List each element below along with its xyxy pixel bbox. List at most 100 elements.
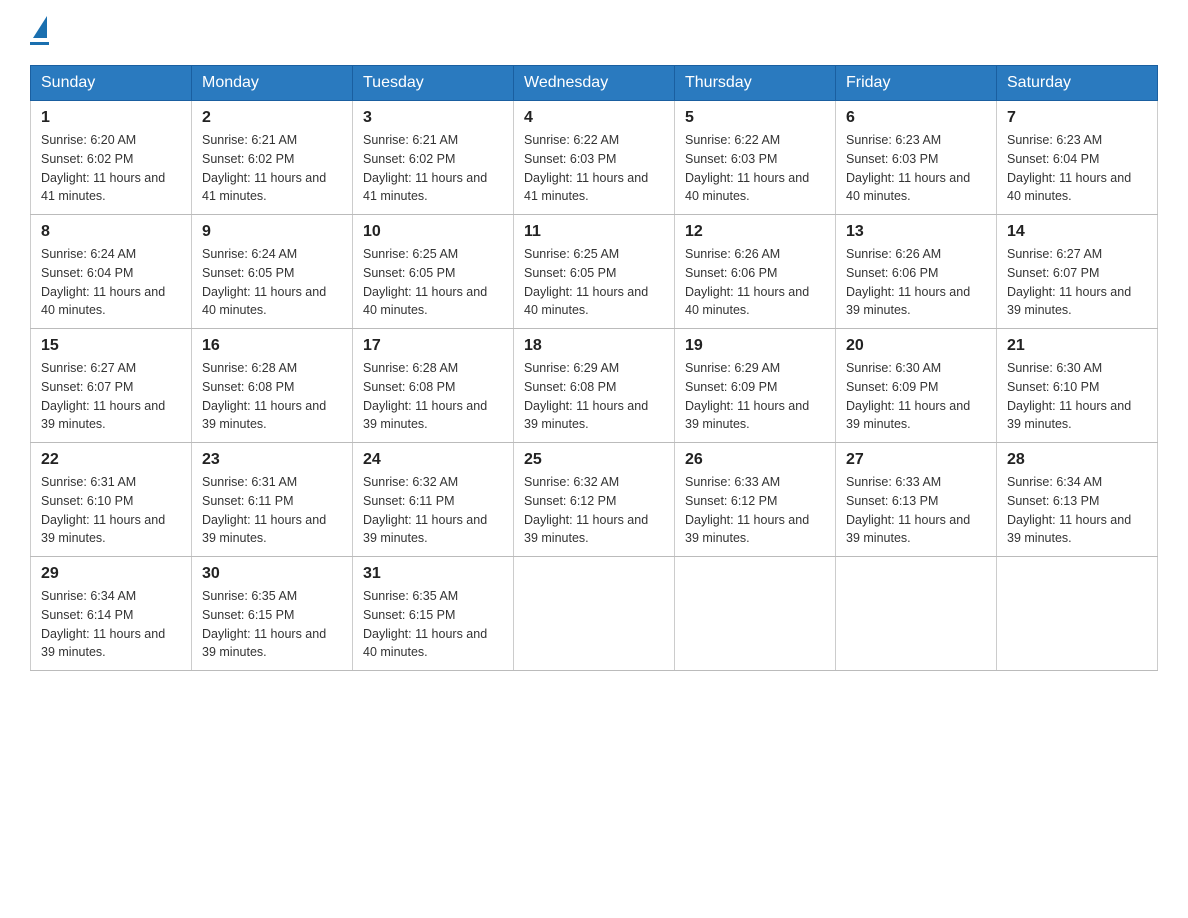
- day-number: 12: [685, 223, 825, 241]
- day-number: 1: [41, 109, 181, 127]
- day-sun-info: Sunrise: 6:29 AMSunset: 6:08 PMDaylight:…: [524, 359, 664, 434]
- calendar-day-cell: [836, 557, 997, 671]
- day-number: 9: [202, 223, 342, 241]
- calendar-day-header: Sunday: [31, 66, 192, 101]
- day-number: 31: [363, 565, 503, 583]
- calendar-day-cell: 27 Sunrise: 6:33 AMSunset: 6:13 PMDayligh…: [836, 443, 997, 557]
- calendar-day-cell: 14 Sunrise: 6:27 AMSunset: 6:07 PMDayligh…: [997, 215, 1158, 329]
- calendar-week-row: 1 Sunrise: 6:20 AMSunset: 6:02 PMDaylight…: [31, 101, 1158, 215]
- day-number: 24: [363, 451, 503, 469]
- day-sun-info: Sunrise: 6:20 AMSunset: 6:02 PMDaylight:…: [41, 131, 181, 206]
- calendar-day-cell: 3 Sunrise: 6:21 AMSunset: 6:02 PMDaylight…: [353, 101, 514, 215]
- day-sun-info: Sunrise: 6:33 AMSunset: 6:13 PMDaylight:…: [846, 473, 986, 548]
- calendar-day-cell: 18Sunrise: 6:29 AMSunset: 6:08 PMDayligh…: [514, 329, 675, 443]
- day-sun-info: Sunrise: 6:30 AMSunset: 6:09 PMDaylight:…: [846, 359, 986, 434]
- day-sun-info: Sunrise: 6:22 AMSunset: 6:03 PMDaylight:…: [524, 131, 664, 206]
- calendar-week-row: 29Sunrise: 6:34 AMSunset: 6:14 PMDayligh…: [31, 557, 1158, 671]
- calendar-day-cell: 16 Sunrise: 6:28 AMSunset: 6:08 PMDayligh…: [192, 329, 353, 443]
- day-sun-info: Sunrise: 6:35 AMSunset: 6:15 PMDaylight:…: [363, 587, 503, 662]
- day-sun-info: Sunrise: 6:29 AMSunset: 6:09 PMDaylight:…: [685, 359, 825, 434]
- day-number: 6: [846, 109, 986, 127]
- day-number: 25: [524, 451, 664, 469]
- day-number: 16: [202, 337, 342, 355]
- calendar-day-cell: 23 Sunrise: 6:31 AMSunset: 6:11 PMDayligh…: [192, 443, 353, 557]
- day-number: 8: [41, 223, 181, 241]
- day-number: 27: [846, 451, 986, 469]
- calendar-day-cell: [675, 557, 836, 671]
- day-sun-info: Sunrise: 6:25 AMSunset: 6:05 PMDaylight:…: [524, 245, 664, 320]
- calendar-week-row: 15 Sunrise: 6:27 AMSunset: 6:07 PMDayligh…: [31, 329, 1158, 443]
- calendar-day-cell: 22 Sunrise: 6:31 AMSunset: 6:10 PMDayligh…: [31, 443, 192, 557]
- calendar-day-cell: 21 Sunrise: 6:30 AMSunset: 6:10 PMDayligh…: [997, 329, 1158, 443]
- day-number: 21: [1007, 337, 1147, 355]
- day-sun-info: Sunrise: 6:27 AMSunset: 6:07 PMDaylight:…: [41, 359, 181, 434]
- day-number: 30: [202, 565, 342, 583]
- calendar-day-cell: 28 Sunrise: 6:34 AMSunset: 6:13 PMDayligh…: [997, 443, 1158, 557]
- day-number: 19: [685, 337, 825, 355]
- day-number: 2: [202, 109, 342, 127]
- calendar-day-cell: 15 Sunrise: 6:27 AMSunset: 6:07 PMDayligh…: [31, 329, 192, 443]
- day-sun-info: Sunrise: 6:28 AMSunset: 6:08 PMDaylight:…: [202, 359, 342, 434]
- day-sun-info: Sunrise: 6:23 AMSunset: 6:04 PMDaylight:…: [1007, 131, 1147, 206]
- calendar-day-cell: 4 Sunrise: 6:22 AMSunset: 6:03 PMDaylight…: [514, 101, 675, 215]
- day-number: 11: [524, 223, 664, 241]
- day-number: 26: [685, 451, 825, 469]
- day-sun-info: Sunrise: 6:32 AMSunset: 6:11 PMDaylight:…: [363, 473, 503, 548]
- day-sun-info: Sunrise: 6:32 AMSunset: 6:12 PMDaylight:…: [524, 473, 664, 548]
- day-sun-info: Sunrise: 6:26 AMSunset: 6:06 PMDaylight:…: [846, 245, 986, 320]
- day-sun-info: Sunrise: 6:33 AMSunset: 6:12 PMDaylight:…: [685, 473, 825, 548]
- calendar-day-header: Thursday: [675, 66, 836, 101]
- calendar-day-cell: 11 Sunrise: 6:25 AMSunset: 6:05 PMDayligh…: [514, 215, 675, 329]
- calendar-day-cell: 26 Sunrise: 6:33 AMSunset: 6:12 PMDayligh…: [675, 443, 836, 557]
- page-header: [30, 20, 1158, 45]
- day-sun-info: Sunrise: 6:25 AMSunset: 6:05 PMDaylight:…: [363, 245, 503, 320]
- logo: [30, 20, 49, 45]
- calendar-day-cell: 29Sunrise: 6:34 AMSunset: 6:14 PMDayligh…: [31, 557, 192, 671]
- calendar-day-cell: 6 Sunrise: 6:23 AMSunset: 6:03 PMDaylight…: [836, 101, 997, 215]
- calendar-week-row: 22 Sunrise: 6:31 AMSunset: 6:10 PMDayligh…: [31, 443, 1158, 557]
- day-sun-info: Sunrise: 6:35 AMSunset: 6:15 PMDaylight:…: [202, 587, 342, 662]
- calendar-day-cell: 13 Sunrise: 6:26 AMSunset: 6:06 PMDayligh…: [836, 215, 997, 329]
- day-sun-info: Sunrise: 6:31 AMSunset: 6:11 PMDaylight:…: [202, 473, 342, 548]
- calendar-day-cell: 31 Sunrise: 6:35 AMSunset: 6:15 PMDayligh…: [353, 557, 514, 671]
- calendar-day-cell: 7 Sunrise: 6:23 AMSunset: 6:04 PMDaylight…: [997, 101, 1158, 215]
- day-number: 23: [202, 451, 342, 469]
- day-number: 13: [846, 223, 986, 241]
- day-number: 3: [363, 109, 503, 127]
- calendar-day-cell: 10 Sunrise: 6:25 AMSunset: 6:05 PMDayligh…: [353, 215, 514, 329]
- calendar-week-row: 8Sunrise: 6:24 AMSunset: 6:04 PMDaylight…: [31, 215, 1158, 329]
- calendar-day-cell: [514, 557, 675, 671]
- calendar-header-row: SundayMondayTuesdayWednesdayThursdayFrid…: [31, 66, 1158, 101]
- logo-triangle-icon: [33, 16, 47, 38]
- calendar-day-header: Friday: [836, 66, 997, 101]
- day-sun-info: Sunrise: 6:30 AMSunset: 6:10 PMDaylight:…: [1007, 359, 1147, 434]
- day-sun-info: Sunrise: 6:21 AMSunset: 6:02 PMDaylight:…: [363, 131, 503, 206]
- calendar-day-cell: 30 Sunrise: 6:35 AMSunset: 6:15 PMDayligh…: [192, 557, 353, 671]
- day-sun-info: Sunrise: 6:22 AMSunset: 6:03 PMDaylight:…: [685, 131, 825, 206]
- calendar-day-cell: 1 Sunrise: 6:20 AMSunset: 6:02 PMDaylight…: [31, 101, 192, 215]
- day-sun-info: Sunrise: 6:21 AMSunset: 6:02 PMDaylight:…: [202, 131, 342, 206]
- day-number: 20: [846, 337, 986, 355]
- calendar-day-cell: 9 Sunrise: 6:24 AMSunset: 6:05 PMDaylight…: [192, 215, 353, 329]
- day-number: 15: [41, 337, 181, 355]
- day-number: 22: [41, 451, 181, 469]
- logo-underline: [30, 42, 49, 45]
- calendar-day-header: Monday: [192, 66, 353, 101]
- calendar-day-header: Saturday: [997, 66, 1158, 101]
- calendar-day-cell: 5Sunrise: 6:22 AMSunset: 6:03 PMDaylight…: [675, 101, 836, 215]
- calendar-day-header: Wednesday: [514, 66, 675, 101]
- day-sun-info: Sunrise: 6:24 AMSunset: 6:05 PMDaylight:…: [202, 245, 342, 320]
- calendar-day-cell: 19 Sunrise: 6:29 AMSunset: 6:09 PMDayligh…: [675, 329, 836, 443]
- calendar-day-cell: 12Sunrise: 6:26 AMSunset: 6:06 PMDayligh…: [675, 215, 836, 329]
- day-number: 4: [524, 109, 664, 127]
- day-sun-info: Sunrise: 6:27 AMSunset: 6:07 PMDaylight:…: [1007, 245, 1147, 320]
- day-sun-info: Sunrise: 6:34 AMSunset: 6:14 PMDaylight:…: [41, 587, 181, 662]
- day-sun-info: Sunrise: 6:34 AMSunset: 6:13 PMDaylight:…: [1007, 473, 1147, 548]
- calendar-day-cell: 2 Sunrise: 6:21 AMSunset: 6:02 PMDaylight…: [192, 101, 353, 215]
- day-sun-info: Sunrise: 6:23 AMSunset: 6:03 PMDaylight:…: [846, 131, 986, 206]
- day-number: 14: [1007, 223, 1147, 241]
- day-number: 28: [1007, 451, 1147, 469]
- day-number: 7: [1007, 109, 1147, 127]
- day-number: 10: [363, 223, 503, 241]
- day-sun-info: Sunrise: 6:31 AMSunset: 6:10 PMDaylight:…: [41, 473, 181, 548]
